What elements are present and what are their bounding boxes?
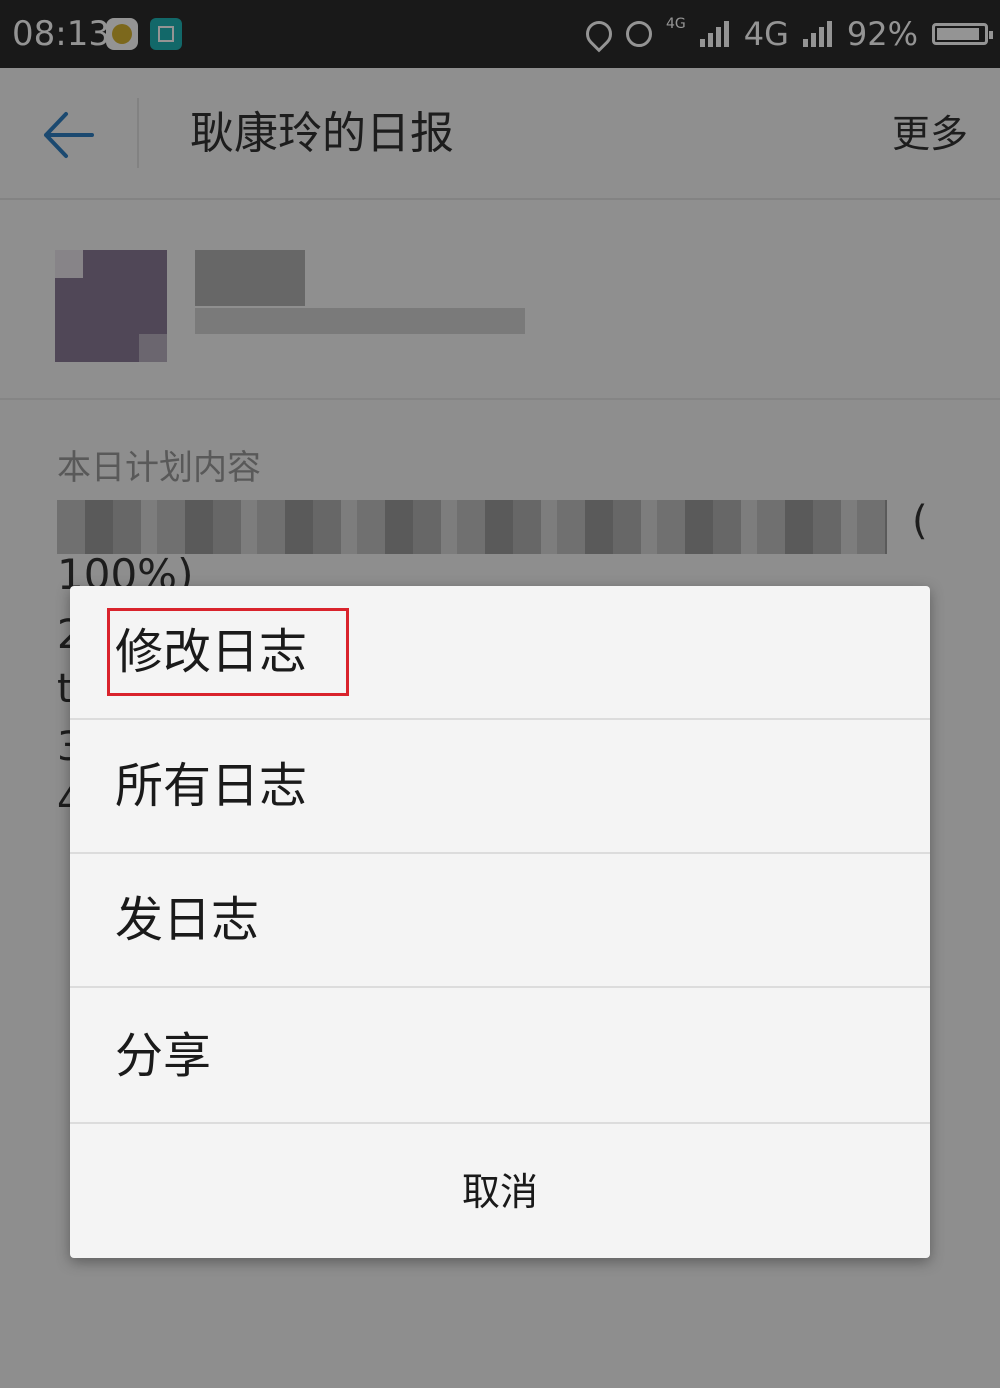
action-menu-dialog: 修改日志 所有日志 发日志 分享 取消: [70, 586, 930, 1258]
cancel-button[interactable]: 取消: [70, 1124, 930, 1258]
cancel-label: 取消: [461, 1170, 538, 1214]
menu-item-label: 修改日志: [115, 624, 308, 680]
menu-item-edit-log[interactable]: 修改日志: [70, 586, 930, 720]
menu-item-label: 发日志: [115, 892, 260, 948]
menu-item-send-log[interactable]: 发日志: [70, 854, 930, 988]
menu-item-label: 所有日志: [115, 758, 308, 814]
menu-item-all-logs[interactable]: 所有日志: [70, 720, 930, 854]
menu-item-label: 分享: [115, 1028, 212, 1084]
menu-item-share[interactable]: 分享: [70, 990, 930, 1124]
